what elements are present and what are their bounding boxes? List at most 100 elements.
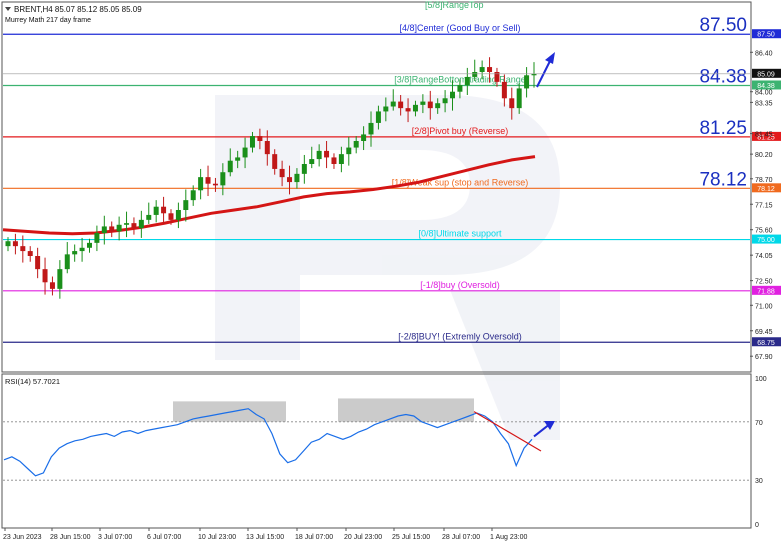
forecast-arrow-line [536,58,552,88]
candle-body-70 [524,75,530,89]
candle-body-17 [131,223,137,229]
candle-body-32 [242,147,248,158]
candle-body-24 [183,200,189,210]
candle-body-29 [220,172,226,186]
time-tick-label-6: 18 Jul 07:00 [295,534,333,541]
level-tag-3: 78.12 [757,186,775,193]
candle-body-9 [72,251,78,255]
chart-header: BRENT,H4 85.07 85.12 85.05 85.09 [14,5,142,14]
time-tick-label-3: 6 Jul 07:00 [147,534,181,541]
rsi-title: RSI(14) 57.7021 [5,377,60,386]
time-axis: 23 Jun 2023 28 Jun 15:00 3 Jul 07:00 6 Jul … [3,528,527,541]
candle-body-66 [494,72,500,82]
candle-body-48 [361,134,367,141]
candle-body-20 [153,206,159,215]
price-tick-label-5: 78.70 [755,177,773,184]
time-tick-label-0: 23 Jun 2023 [3,534,42,541]
candle-body-43 [324,150,330,158]
candle-body-44 [331,157,337,164]
price-tick-label-1: 84.00 [755,90,773,97]
candle-body-68 [509,98,515,109]
candle-body-23 [175,210,181,220]
price-tick-label-6: 77.15 [755,202,773,209]
time-tick-label-10: 1 Aug 23:00 [490,534,527,541]
murrey-levels: [4/8]Center (Good Buy or Sell) 87.50 87.50… [3,15,781,347]
level-tag-6: 68.75 [757,340,775,347]
candle-body-37 [279,168,285,178]
candle-body-16 [124,223,130,225]
price-tick-label-3: 81.45 [755,132,773,139]
candle-body-25 [190,190,196,201]
candle-body-4 [35,256,41,270]
candle-body-0 [5,241,11,247]
candle-body-5 [42,269,48,283]
candle-body-45 [338,154,344,164]
rsi-tick-label-2: 30 [755,478,763,485]
time-tick-label-7: 20 Jul 23:00 [344,534,382,541]
candle-body-36 [272,154,278,169]
candle-body-61 [457,85,463,92]
candle-body-64 [479,67,485,72]
time-tick-label-9: 28 Jul 07:00 [442,534,480,541]
price-pane-frame [1,1,752,373]
rsi-pane-frame [1,373,752,529]
candle-body-40 [301,164,307,174]
candle-body-13 [101,226,107,233]
candle-body-59 [442,98,448,104]
candle-body-60 [450,91,456,99]
rsi-indicator: 100 70 30 0 [3,376,767,529]
candle-body-3 [27,251,33,256]
time-tick-label-4: 10 Jul 23:00 [198,534,236,541]
candle-body-6 [49,282,55,289]
level-big-label-1: 84.38 [699,66,747,87]
time-tick-label-2: 3 Jul 07:00 [98,534,132,541]
candle-body-42 [316,150,322,160]
candle-body-2 [20,246,26,252]
candle-body-38 [287,177,293,183]
price-tick-label-0: 86.40 [755,50,773,57]
candle-body-12 [94,233,100,243]
candle-body-22 [168,213,174,220]
candle-body-49 [368,122,374,135]
candle-body-11 [86,242,92,248]
candle-body-31 [235,157,241,161]
candle-body-47 [353,141,359,148]
time-tick-label-1: 28 Jun 15:00 [50,534,91,541]
forecast-arrow-head [545,52,555,64]
time-tick-label-5: 13 Jul 15:00 [246,534,284,541]
candle-body-14 [109,226,115,232]
candle-body-67 [501,81,507,99]
candle-body-10 [79,247,85,252]
candle-body-54 [405,108,411,112]
candle-body-51 [383,106,389,112]
candle-body-41 [309,159,315,164]
level-tag-5: 71.88 [757,288,775,295]
candle-body-35 [264,141,270,155]
level-tag-0: 87.50 [757,32,775,39]
level-big-label-3: 78.12 [699,169,747,190]
chart-subheader: Murrey Math 217 day frame [5,17,91,24]
price-tick-label-7: 75.60 [755,228,773,235]
rsi-zone-2 [338,398,474,422]
candle-body-63 [472,72,478,77]
price-tick-label-12: 67.90 [755,354,773,361]
candle-body-46 [346,147,352,155]
candle-body-19 [146,214,152,220]
level-label-0: [4/8]Center (Good Buy or Sell) [399,23,520,33]
candle-body-18 [138,219,144,229]
price-tick-label-10: 71.00 [755,303,773,310]
top-level-label: [5/8]RangeTop [425,0,484,10]
candle-body-56 [420,101,426,105]
price-tick-label-9: 72.50 [755,279,773,286]
candle-body-26 [198,177,204,191]
rsi-tick-label-0: 100 [755,376,767,383]
candle-body-7 [57,269,63,289]
rsi-tick-label-1: 70 [755,420,763,427]
candle-body-52 [390,101,396,107]
candle-body-57 [427,101,433,109]
symbol-triangle-icon [5,7,11,11]
level-big-label-0: 87.50 [699,15,747,36]
candle-body-53 [398,101,404,109]
price-tick-label-11: 69.45 [755,329,773,336]
time-tick-label-8: 25 Jul 15:00 [392,534,430,541]
